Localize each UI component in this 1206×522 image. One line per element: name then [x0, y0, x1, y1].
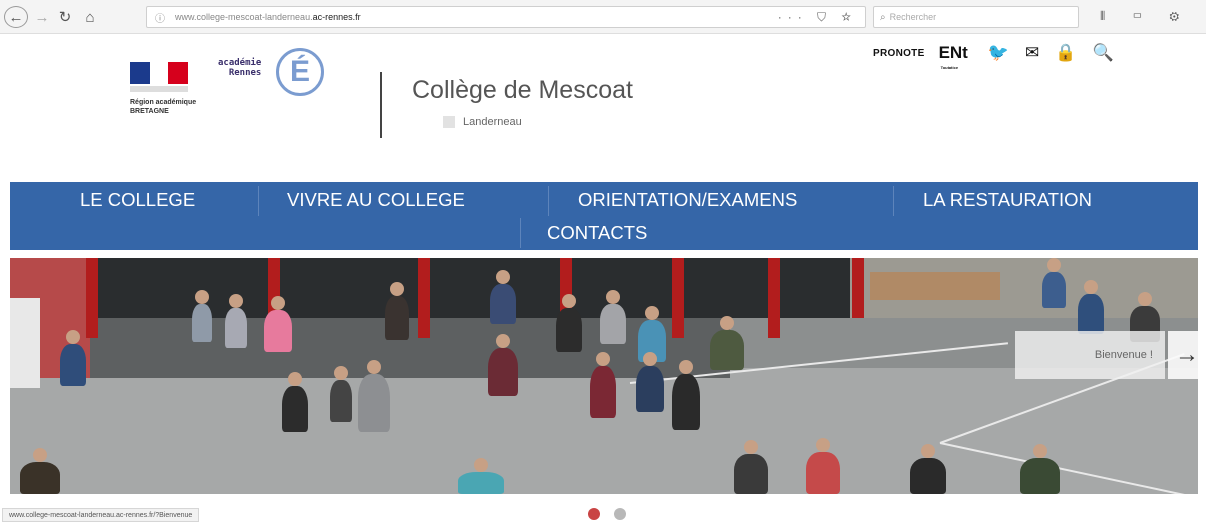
- red-pillar: [418, 258, 430, 338]
- student-figure: [385, 282, 409, 340]
- reload-button[interactable]: ↻: [56, 6, 74, 28]
- red-pillar: [86, 258, 98, 338]
- location-icon: [443, 116, 455, 128]
- student-figure: [910, 444, 946, 494]
- student-figure: [590, 352, 616, 418]
- back-arrow-icon: ←: [8, 8, 24, 26]
- ent-sub-label: Toutatice: [940, 65, 959, 70]
- menu-separator: [548, 186, 549, 216]
- student-figure: [458, 458, 504, 494]
- slide-caption[interactable]: Bienvenue !: [1015, 331, 1165, 379]
- student-figure: [806, 438, 840, 494]
- menu-separator: [520, 218, 521, 248]
- menu-item-vivre-au-college[interactable]: VIVRE AU COLLEGE: [287, 189, 465, 211]
- student-figure: [330, 366, 352, 422]
- student-figure: [358, 360, 390, 432]
- page-actions-icon[interactable]: ··· ⛉ ☆: [778, 10, 857, 25]
- slider-pagination: [588, 508, 640, 520]
- student-figure: [1078, 280, 1104, 334]
- student-figure: [192, 290, 212, 342]
- student-figure: [60, 330, 86, 386]
- status-bar-url: www.college-mescoat-landerneau.ac-rennes…: [2, 508, 200, 522]
- arrow-right-icon: →: [1175, 341, 1198, 368]
- home-button[interactable]: ⌂: [80, 6, 100, 28]
- browser-search-input[interactable]: ⌕ Rechercher: [873, 6, 1079, 28]
- student-figure: [556, 294, 582, 352]
- student-figure: [225, 294, 247, 348]
- info-icon[interactable]: ⓘ: [155, 10, 165, 25]
- red-pillar: [768, 258, 780, 338]
- ent-link[interactable]: ENt Toutatice: [939, 44, 968, 70]
- url-prefix: www.college-mescoat-landerneau.: [175, 12, 313, 22]
- back-button[interactable]: ←: [4, 6, 28, 28]
- menu-item-la-restauration[interactable]: LA RESTAURATION: [923, 189, 1092, 211]
- menu-item-contacts[interactable]: CONTACTS: [547, 222, 647, 244]
- student-figure: [672, 360, 700, 430]
- browser-tool-icons[interactable]: ⦀ ▭ ⚙: [1100, 9, 1191, 24]
- wooden-fence: [870, 272, 1000, 300]
- student-figure: [488, 334, 518, 396]
- header-divider: [380, 72, 382, 138]
- student-figure: [734, 440, 768, 494]
- flag-caption-bar: [130, 86, 188, 92]
- student-figure: [490, 270, 516, 324]
- browser-toolbar: ← → ↻ ⌂ ⓘ www.college-mescoat-landerneau…: [0, 0, 1206, 34]
- site-subtitle: Landerneau: [443, 116, 522, 128]
- pronote-link[interactable]: PRONOTE: [873, 48, 925, 59]
- search-icon: ⌕: [880, 11, 886, 23]
- home-icon: ⌂: [85, 8, 95, 26]
- menu-item-le-college[interactable]: LE COLLEGE: [80, 189, 195, 211]
- student-figure: [1042, 258, 1066, 308]
- image-slider[interactable]: Bienvenue ! →: [10, 258, 1198, 494]
- forward-arrow-icon: →: [34, 8, 50, 26]
- forward-button[interactable]: →: [34, 6, 50, 28]
- twitter-icon[interactable]: 🐦: [988, 43, 1009, 63]
- academie-label: académie Rennes: [218, 58, 262, 78]
- menu-item-orientation-examens[interactable]: ORIENTATION/EXAMENS: [578, 189, 797, 211]
- student-figure: [636, 352, 664, 412]
- site-tools: PRONOTE ENt Toutatice 🐦 ✉ 🔒 🔍: [873, 38, 1130, 70]
- left-wall-panel: [10, 298, 40, 388]
- address-bar[interactable]: ⓘ www.college-mescoat-landerneau. ac-renn…: [146, 6, 866, 28]
- student-figure: [710, 316, 744, 370]
- student-figure: [1020, 444, 1060, 494]
- menu-separator: [893, 186, 894, 216]
- red-pillar: [852, 258, 864, 318]
- search-icon[interactable]: 🔍: [1092, 43, 1113, 63]
- region-label: Région académique BRETAGNE: [130, 99, 197, 115]
- slide-dot[interactable]: [614, 508, 626, 520]
- marianne-flag-logo: [130, 62, 188, 84]
- student-figure: [20, 448, 60, 494]
- student-figure: [264, 296, 292, 352]
- slide-dot-active[interactable]: [588, 508, 600, 520]
- academie-e-logo: É: [276, 48, 324, 96]
- building-roof: [10, 258, 870, 318]
- mail-icon[interactable]: ✉: [1025, 43, 1039, 63]
- lock-icon[interactable]: 🔒: [1055, 43, 1076, 63]
- student-figure: [282, 372, 308, 432]
- site-title[interactable]: Collège de Mescoat: [412, 76, 633, 105]
- student-figure: [600, 290, 626, 344]
- next-slide-button[interactable]: →: [1168, 331, 1198, 379]
- institution-logos[interactable]: Région académique BRETAGNE académie Renn…: [130, 44, 330, 134]
- reload-icon: ↻: [58, 9, 72, 26]
- menu-separator: [258, 186, 259, 216]
- url-host: ac-rennes.fr: [312, 12, 361, 22]
- search-placeholder: Rechercher: [889, 12, 937, 22]
- main-menu: LE COLLEGE VIVRE AU COLLEGE ORIENTATION/…: [10, 182, 1198, 250]
- red-pillar: [672, 258, 684, 338]
